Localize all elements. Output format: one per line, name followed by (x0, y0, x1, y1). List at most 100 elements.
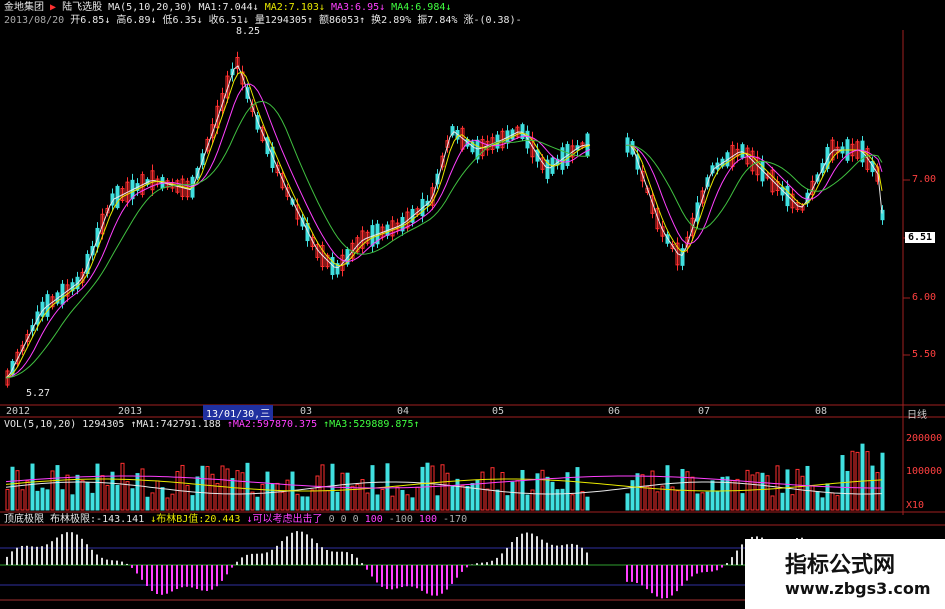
volume-bar (335, 491, 340, 511)
volume-title: VOL(5,10,20) (4, 419, 77, 430)
volume-bar (340, 472, 345, 511)
volume-bar (715, 491, 720, 511)
volume-bar (250, 491, 255, 511)
volume-bar (585, 496, 590, 511)
volume-header: VOL(5,10,20) 1294305 ↑MA1:742791.188 ↑MA… (4, 419, 419, 431)
volume-bar (50, 470, 55, 511)
indicator-header: 顶底极限 布林极限:-143.141 ↓布林BJ值:20.443 ↓可以考虑出击… (4, 514, 467, 526)
volume-bar (525, 494, 530, 511)
volume-bar (740, 493, 745, 511)
indicator-levels: 0 0 0 (328, 514, 359, 525)
volume-bar (400, 489, 405, 511)
x-axis-label: 07 (698, 406, 711, 417)
volume-bar (750, 474, 755, 511)
volume-bar (665, 465, 670, 511)
volume-bar (410, 497, 415, 511)
volume-bar (55, 465, 60, 511)
volume-bar (90, 492, 95, 511)
volume-current: 1294305 (82, 419, 125, 430)
volume-bar (150, 492, 155, 511)
volume-axis-label: 200000 (906, 433, 943, 444)
volume-bar (790, 494, 795, 511)
volume-bar (510, 481, 515, 511)
volume-bar (650, 470, 655, 511)
volume-bar (200, 465, 205, 511)
ma-line (5, 100, 883, 379)
volume-bar (235, 470, 240, 511)
volume-bar (675, 490, 680, 511)
volume-bar (310, 489, 315, 511)
volume-bar (455, 478, 460, 511)
volume-bar (270, 483, 275, 511)
volume-bar (420, 466, 425, 511)
volume-bar (575, 467, 580, 511)
volume-bar (185, 484, 190, 511)
volume-bar (630, 480, 635, 511)
volume-bar (70, 494, 75, 511)
volume-bar (495, 489, 500, 511)
volume-bar (190, 495, 195, 511)
volume-bar (280, 491, 285, 511)
volume-bar (825, 483, 830, 511)
volume-bar (115, 484, 120, 511)
volume-bar (315, 475, 320, 511)
vol-ma2: ↑MA2:597870.375 (226, 419, 318, 430)
volume-bar (165, 497, 170, 511)
volume-bar (765, 475, 770, 511)
volume-bar (135, 473, 140, 511)
date-tooltip: 13/01/30,三 (203, 405, 274, 420)
volume-bar (130, 488, 135, 511)
volume-bar (145, 496, 150, 511)
volume-bar (570, 494, 575, 511)
volume-bar (220, 465, 225, 511)
volume-bar (465, 485, 470, 511)
volume-bar (515, 480, 520, 511)
volume-bar (560, 488, 565, 511)
price-axis-label: 6.00 (912, 292, 937, 303)
volume-bar (655, 491, 660, 511)
volume-axis-label: X10 (906, 500, 925, 511)
volume-bar (260, 483, 265, 511)
volume-bar (300, 496, 305, 511)
volume-bar (255, 496, 260, 511)
volume-bar (195, 476, 200, 511)
volume-bar (800, 475, 805, 511)
x-axis-label: 08 (815, 406, 828, 417)
volume-bar (40, 487, 45, 511)
timeframe-label[interactable]: 日线 (907, 406, 927, 421)
ma-line (5, 71, 883, 379)
volume-bar (245, 462, 250, 511)
volume-bar (480, 471, 485, 511)
volume-bar (755, 472, 760, 511)
volume-bar (810, 485, 815, 511)
volume-bar (700, 492, 705, 511)
volume-bar (325, 490, 330, 511)
volume-bar (815, 491, 820, 511)
volume-bars (5, 443, 885, 511)
volume-bar (785, 469, 790, 511)
volume-bar (360, 479, 365, 511)
volume-bar (635, 473, 640, 511)
volume-bar (215, 482, 220, 511)
x-axis-label: 04 (397, 406, 410, 417)
volume-bar (485, 488, 490, 511)
volume-bar (140, 468, 145, 511)
volume-bar (345, 472, 350, 511)
volume-bar (275, 482, 280, 511)
volume-bar (10, 466, 15, 511)
volume-bar (730, 479, 735, 511)
indicator-level: 100 (364, 514, 383, 525)
volume-bar (100, 475, 105, 511)
current-price-tag: 6.51 (905, 232, 936, 243)
volume-bar (415, 486, 420, 511)
volume-bar (880, 452, 885, 511)
indicator-bj-value: :20.443 (198, 514, 241, 525)
candle-body (740, 144, 745, 158)
volume-bar (105, 484, 110, 511)
volume-bar (380, 488, 385, 511)
volume-bar (440, 464, 445, 511)
volume-bar (295, 493, 300, 511)
volume-bar (445, 472, 450, 511)
volume-bar (820, 497, 825, 511)
volume-bar (430, 465, 435, 511)
